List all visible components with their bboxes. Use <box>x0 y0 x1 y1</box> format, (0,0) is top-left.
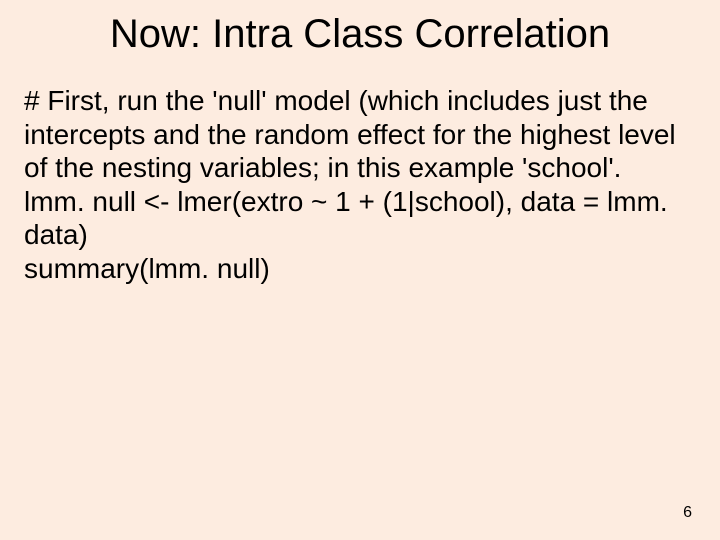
page-number: 6 <box>683 504 692 522</box>
slide-title: Now: Intra Class Correlation <box>0 12 720 57</box>
slide-body: # First, run the 'null' model (which inc… <box>24 84 680 286</box>
